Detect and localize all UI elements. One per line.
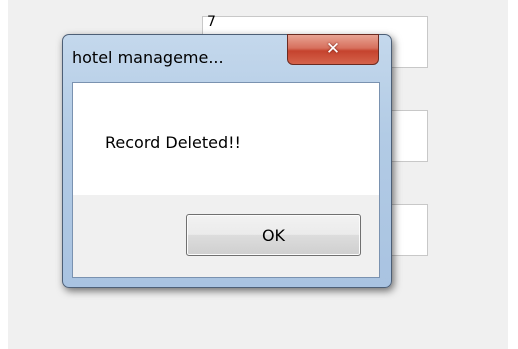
ok-button[interactable]: OK xyxy=(186,214,361,256)
dialog-message: Record Deleted!! xyxy=(105,133,241,152)
close-icon: ✕ xyxy=(325,39,341,59)
message-box-dialog: hotel manageme... ✕ Record Deleted!! OK xyxy=(62,34,392,288)
dialog-content: Record Deleted!! OK xyxy=(72,82,380,278)
dialog-title: hotel manageme... xyxy=(72,48,224,67)
background-field-value: 7 xyxy=(207,14,216,30)
close-button[interactable]: ✕ xyxy=(287,34,379,65)
